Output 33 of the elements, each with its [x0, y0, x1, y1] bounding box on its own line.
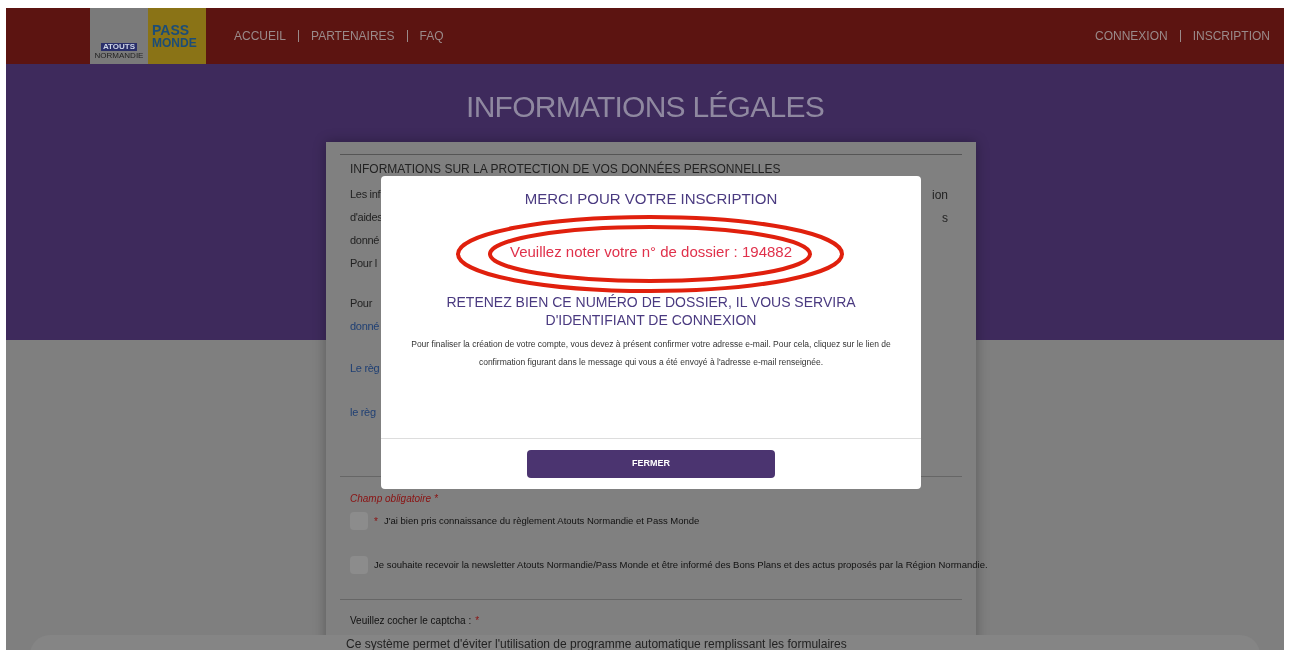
modal-body: Pour finaliser la création de votre compte, vous devez à présent confirmer votre adresse e-mail. Pour cela, cliquez sur le lien de confirmation figurant dans le message qui vous a été envoyé à l'adresse e-mail renseignée. — [410, 338, 892, 369]
nav-link[interactable]: ACCUEIL — [234, 27, 286, 45]
modal-title: MERCI POUR VOTRE INSCRIPTION — [524, 189, 778, 209]
link-text[interactable]: Le règ — [350, 360, 380, 377]
nav-link[interactable]: PARTENAIRES — [311, 27, 395, 45]
paragraph-fragment: d'aides — [350, 210, 383, 226]
captcha-label: Veuillez cocher le captcha : — [350, 614, 472, 628]
paragraph-fragment: donné — [350, 233, 380, 249]
nav-link[interactable]: INSCRIPTION — [1192, 27, 1270, 45]
checkbox-label: Je souhaite recevoir la newsletter Atouts Normandie/Pass Monde et être informé des Bons Plans et des actus proposés par la Région Normandie. — [374, 557, 988, 572]
logo-text: NORMANDIE — [94, 52, 144, 60]
section-title: INFORMATIONS SUR LA PROTECTION DE VOS DONNÉES PERSONNELLES — [350, 161, 782, 178]
paragraph-fragment: Pour — [350, 296, 373, 312]
required-asterisk: * — [475, 614, 480, 628]
checkbox-label: J'ai bien pris connaissance du règlement Atouts Normandie et Pass Monde — [383, 513, 700, 528]
modal-notice: RETENEZ BIEN CE NUMÉRO DE DOSSIER, IL VOUS SERVIRA D'IDENTIFIANT DE CONNEXION — [445, 293, 857, 329]
page-title: INFORMATIONS LÉGALES — [466, 89, 824, 124]
paragraph-fragment: ion — [932, 186, 948, 204]
dossier-number: Veuillez noter votre n° de dossier : 194882 — [510, 241, 792, 262]
nav-link[interactable]: FAQ — [419, 27, 444, 45]
logo-text: ATOUTS — [100, 43, 138, 51]
captcha-text: Ce système permet d'éviter l'utilisation de programme automatique remplissant les formulaires — [346, 637, 847, 650]
close-button[interactable]: FERMER — [527, 450, 775, 478]
paragraph-fragment: Les inf — [350, 187, 381, 203]
required-note: Champ obligatoire * — [350, 492, 439, 506]
logo-text: MONDE — [152, 37, 198, 49]
logo-text: PASS — [152, 23, 191, 37]
required-asterisk: * — [374, 514, 378, 529]
nav-link[interactable]: CONNEXION — [1094, 27, 1168, 45]
link-text[interactable]: le règ — [350, 404, 376, 421]
link-text[interactable]: donné — [350, 318, 380, 335]
paragraph-fragment: s — [942, 209, 948, 227]
atouts-logo[interactable]: ATOUTS NORMANDIE — [90, 8, 148, 64]
